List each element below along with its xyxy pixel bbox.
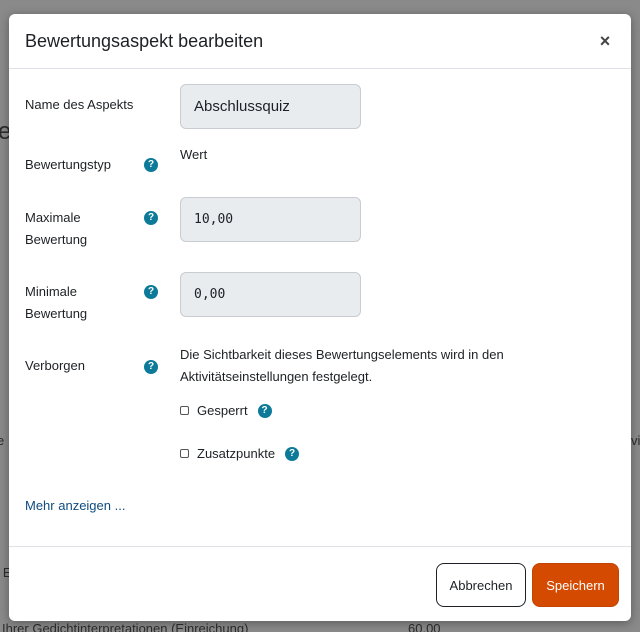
dialog-title: Bewertungsaspekt bearbeiten <box>25 30 264 51</box>
hidden-info-line1: Die Sichtbarkeit dieses Bewertungselemen… <box>180 347 504 362</box>
name-input[interactable]: Abschlussquiz <box>180 84 361 129</box>
show-more-link[interactable]: Mehr anzeigen ... <box>25 498 125 513</box>
background-fragment: vi <box>631 433 640 448</box>
grade-type-value: Wert <box>180 147 208 162</box>
hidden-info-text: Die Sichtbarkeit dieses Bewertungselemen… <box>180 344 504 388</box>
extra-credit-checkbox-label: Zusatzpunkte <box>197 446 276 461</box>
grade-type-label: Bewertungstyp <box>25 157 111 172</box>
help-icon[interactable]: ? <box>144 211 158 225</box>
background-fragment: e <box>0 433 5 448</box>
background-row-value: 60,00 <box>408 621 441 632</box>
extra-credit-checkbox-row[interactable]: Zusatzpunkte ? <box>180 446 300 461</box>
background-row-text: Ihrer Gedichtinterpretationen (Einreichu… <box>2 621 249 632</box>
min-grade-label-line1: Minimale <box>25 284 78 299</box>
help-icon[interactable]: ? <box>285 446 300 461</box>
min-grade-label-line2: Bewertung <box>25 306 88 321</box>
max-grade-input[interactable]: 10,00 <box>180 197 361 242</box>
name-label: Name des Aspekts <box>25 97 134 112</box>
edit-grade-item-dialog: Bewertungsaspekt bearbeiten × Name des A… <box>9 14 631 621</box>
cancel-button[interactable]: Abbrechen <box>436 563 526 607</box>
hidden-info-line2: Aktivitätseinstellungen festgelegt. <box>180 369 373 384</box>
help-icon[interactable]: ? <box>144 285 158 299</box>
dialog-footer: Abbrechen Speichern <box>9 546 631 621</box>
min-grade-label: Minimale Bewertung <box>25 281 135 325</box>
help-icon[interactable]: ? <box>144 158 158 172</box>
close-icon[interactable]: × <box>595 31 615 52</box>
help-icon[interactable]: ? <box>144 360 158 374</box>
locked-checkbox-label: Gesperrt <box>197 403 248 418</box>
hidden-label: Verborgen <box>25 358 85 373</box>
min-grade-input[interactable]: 0,00 <box>180 272 361 317</box>
extra-credit-checkbox[interactable] <box>180 449 189 458</box>
help-icon[interactable]: ? <box>257 403 272 418</box>
dialog-header: Bewertungsaspekt bearbeiten × <box>9 14 631 69</box>
locked-checkbox[interactable] <box>180 406 189 415</box>
save-button[interactable]: Speichern <box>532 563 619 607</box>
locked-checkbox-row[interactable]: Gesperrt ? <box>180 403 272 418</box>
max-grade-label: Maximale Bewertung <box>25 207 135 251</box>
max-grade-label-line1: Maximale <box>25 210 81 225</box>
max-grade-label-line2: Bewertung <box>25 232 88 247</box>
